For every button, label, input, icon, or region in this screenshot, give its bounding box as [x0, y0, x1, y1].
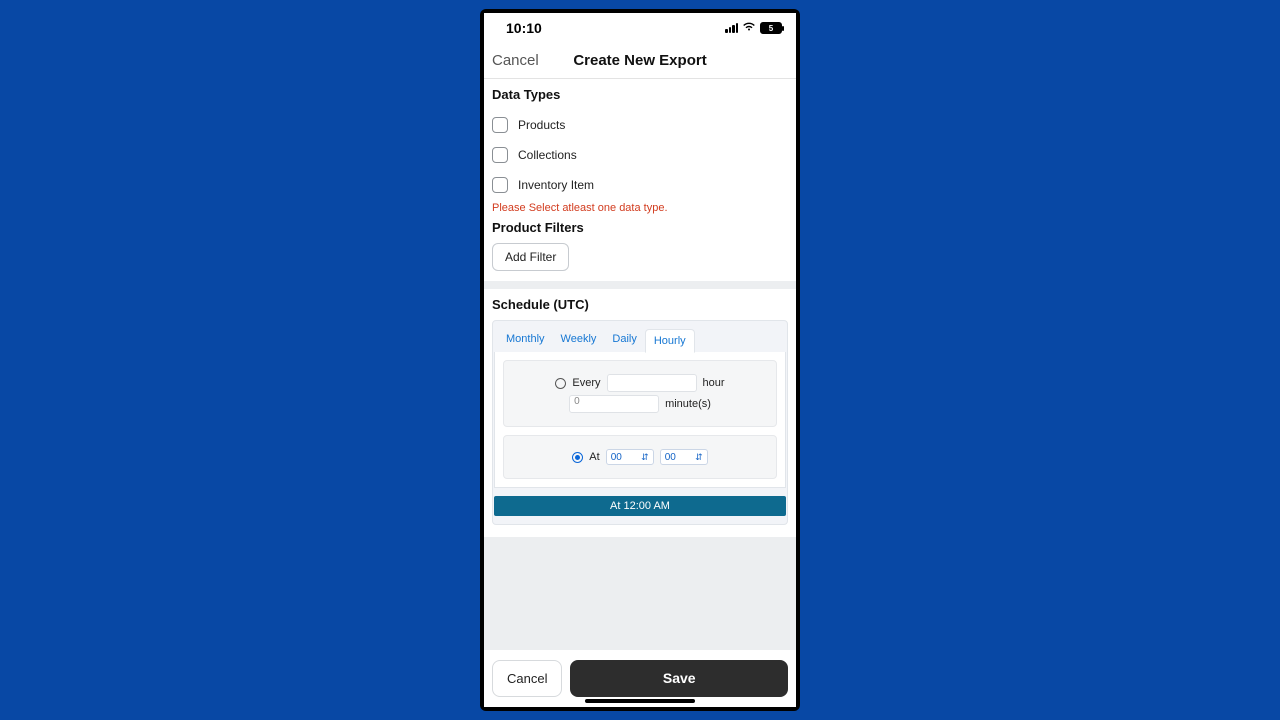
- tab-daily[interactable]: Daily: [604, 328, 644, 352]
- radio-at[interactable]: [572, 452, 583, 463]
- home-indicator: [585, 699, 695, 703]
- radio-every[interactable]: [555, 378, 566, 389]
- status-right: 5: [725, 21, 782, 35]
- checkbox-label: Products: [518, 118, 565, 132]
- checkbox-row-products[interactable]: Products: [492, 110, 788, 140]
- schedule-box: Monthly Weekly Daily Hourly Every hour: [492, 320, 788, 525]
- every-minutes-input[interactable]: 0: [569, 395, 659, 413]
- data-types-error: Please Select atleast one data type.: [492, 202, 788, 214]
- battery-icon: 5: [760, 22, 782, 34]
- at-hour-select[interactable]: 00 ⇵: [606, 449, 654, 465]
- add-filter-button[interactable]: Add Filter: [492, 243, 569, 271]
- chevron-updown-icon: ⇵: [695, 452, 703, 463]
- phone-frame: 10:10 5 Cancel Create New Export Data Ty…: [480, 9, 800, 711]
- checkbox-row-collections[interactable]: Collections: [492, 140, 788, 170]
- checkbox-row-inventory[interactable]: Inventory Item: [492, 170, 788, 200]
- at-minute-select[interactable]: 00 ⇵: [660, 449, 708, 465]
- tab-weekly[interactable]: Weekly: [553, 328, 605, 352]
- every-minutes-unit: minute(s): [665, 398, 711, 410]
- checkbox-icon[interactable]: [492, 147, 508, 163]
- wifi-icon: [742, 21, 756, 35]
- data-types-title: Data Types: [492, 87, 788, 102]
- checkbox-icon[interactable]: [492, 177, 508, 193]
- chevron-updown-icon: ⇵: [641, 452, 649, 463]
- product-filters-title: Product Filters: [492, 220, 788, 235]
- at-minute-value: 00: [665, 452, 676, 463]
- checkbox-label: Collections: [518, 148, 577, 162]
- at-hour-value: 00: [611, 452, 622, 463]
- content-scroll: Data Types Products Collections Inventor…: [484, 79, 796, 649]
- save-button[interactable]: Save: [570, 660, 788, 697]
- checkbox-icon[interactable]: [492, 117, 508, 133]
- schedule-tabs: Monthly Weekly Daily Hourly: [494, 322, 786, 352]
- data-types-card: Data Types Products Collections Inventor…: [484, 79, 796, 281]
- phone-screen: 10:10 5 Cancel Create New Export Data Ty…: [484, 13, 796, 707]
- cellular-icon: [725, 23, 738, 33]
- every-label: Every: [572, 377, 600, 389]
- checkbox-label: Inventory Item: [518, 178, 594, 192]
- cancel-button[interactable]: Cancel: [492, 660, 562, 697]
- status-time: 10:10: [506, 20, 542, 36]
- schedule-title: Schedule (UTC): [492, 297, 788, 312]
- nav-header: Cancel Create New Export: [484, 43, 796, 79]
- every-unit: hour: [703, 377, 725, 389]
- every-hour-input[interactable]: [607, 374, 697, 392]
- schedule-tab-body: Every hour 0 minute(s): [494, 352, 786, 488]
- schedule-summary: At 12:00 AM: [494, 496, 786, 516]
- status-bar: 10:10 5: [484, 13, 796, 43]
- at-label: At: [589, 451, 599, 463]
- at-option-card: At 00 ⇵ 00 ⇵: [503, 435, 777, 479]
- every-option-card: Every hour 0 minute(s): [503, 360, 777, 427]
- tab-monthly[interactable]: Monthly: [498, 328, 553, 352]
- tab-hourly[interactable]: Hourly: [645, 329, 695, 353]
- nav-cancel-button[interactable]: Cancel: [484, 52, 539, 69]
- schedule-card: Schedule (UTC) Monthly Weekly Daily Hour…: [484, 289, 796, 537]
